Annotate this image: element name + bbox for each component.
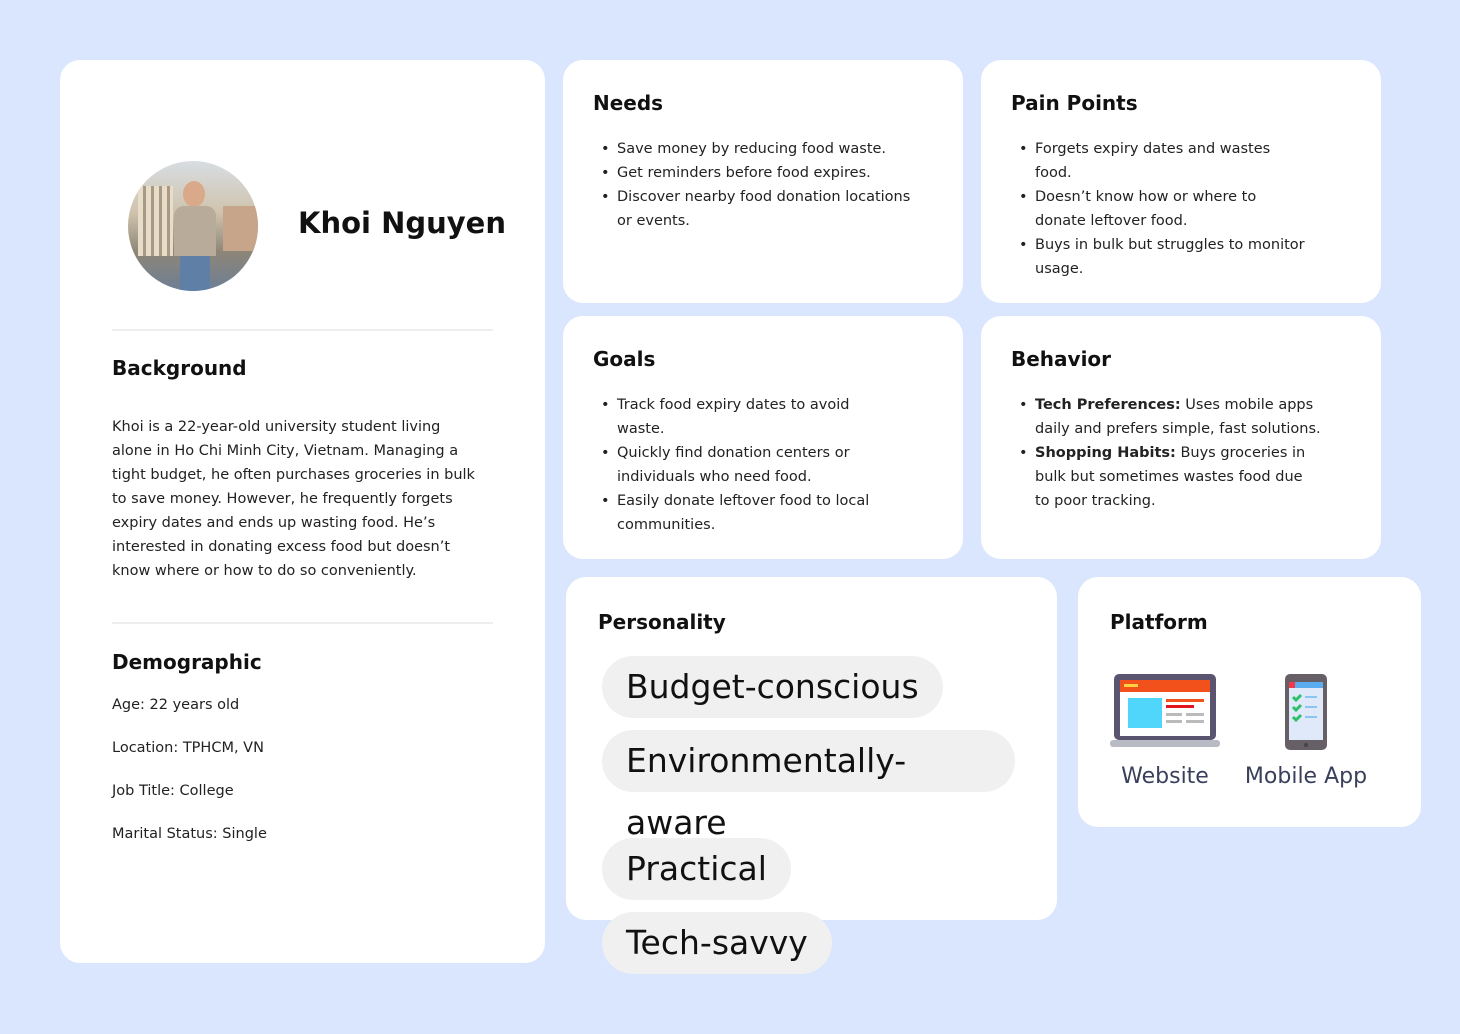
list-item: Tech Preferences: Uses mobile apps daily… [1011, 393, 1321, 441]
behavior-title: Behavior [1011, 347, 1112, 371]
divider [112, 622, 493, 624]
goals-card: Goals Track food expiry dates to avoid w… [563, 316, 963, 559]
persona-name: Khoi Nguyen [298, 206, 506, 240]
list-item: Buys in bulk but struggles to monitor us… [1011, 233, 1311, 281]
list-item: Quickly find donation centers or individ… [593, 441, 893, 489]
personality-tag: Tech-savvy [602, 912, 832, 974]
personality-tag: Practical [602, 838, 791, 900]
list-item: Get reminders before food expires. [593, 161, 913, 185]
behavior-label: Shopping Habits: [1035, 445, 1176, 461]
goals-title: Goals [593, 347, 656, 371]
avatar [128, 161, 258, 291]
personality-card: Personality Budget-conscious Environment… [566, 577, 1057, 974]
list-item: Easily donate leftover food to local com… [593, 489, 893, 537]
platform-label: Mobile App [1244, 764, 1368, 789]
needs-card: Needs Save money by reducing food waste.… [563, 60, 963, 303]
platform-label: Website [1121, 764, 1209, 789]
background-title: Background [112, 356, 247, 380]
pain-points-card: Pain Points Forgets expiry dates and was… [981, 60, 1381, 303]
demographic-location: Location: TPHCM, VN [112, 740, 264, 756]
demographic-marital: Marital Status: Single [112, 826, 267, 842]
platform-website: Website [1108, 672, 1222, 789]
profile-card: Khoi Nguyen Background Khoi is a 22-year… [60, 60, 545, 963]
divider [112, 329, 493, 331]
demographic-job: Job Title: College [112, 783, 234, 799]
platform-title: Platform [1110, 610, 1208, 634]
laptop-icon [1110, 674, 1220, 747]
platform-mobile-app: Mobile App [1238, 672, 1374, 789]
needs-title: Needs [593, 91, 664, 115]
platform-card: Platform Website Mobile App [1078, 577, 1421, 827]
behavior-card: Behavior Tech Preferences: Uses mobile a… [981, 316, 1381, 559]
background-text: Khoi is a 22-year-old university student… [112, 419, 475, 579]
list-item: Doesn’t know how or where to donate left… [1011, 185, 1311, 233]
personality-tag: Environmentally-aware [602, 730, 1015, 842]
demographic-title: Demographic [112, 650, 262, 674]
phone-icon [1285, 674, 1327, 750]
list-item: Save money by reducing food waste. [593, 137, 913, 161]
demographic-age: Age: 22 years old [112, 697, 240, 713]
personality-title: Personality [598, 610, 726, 634]
list-item: Discover nearby food donation locations … [593, 185, 913, 233]
list-item: Track food expiry dates to avoid waste. [593, 393, 893, 441]
pain-points-title: Pain Points [1011, 91, 1138, 115]
behavior-label: Tech Preferences: [1035, 397, 1181, 413]
list-item: Forgets expiry dates and wastes food. [1011, 137, 1311, 185]
list-item: Shopping Habits: Buys groceries in bulk … [1011, 441, 1321, 513]
personality-tag: Budget-conscious [602, 656, 943, 718]
